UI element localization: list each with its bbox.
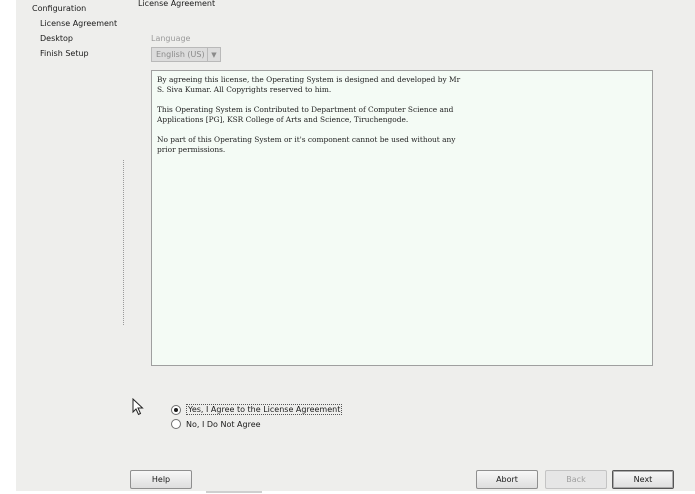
language-label: Language xyxy=(151,34,191,43)
agree-label[interactable]: Yes, I Agree to the License Agreement xyxy=(186,404,343,415)
sidebar-separator xyxy=(123,160,124,325)
language-select-value: English (US) xyxy=(156,50,205,59)
page-title: License Agreement xyxy=(138,0,216,8)
step-finish-setup: Finish Setup xyxy=(40,49,89,58)
agree-option[interactable]: Yes, I Agree to the License Agreement xyxy=(171,404,343,415)
mouse-cursor-icon xyxy=(132,398,144,416)
step-license-agreement: License Agreement xyxy=(40,19,118,28)
disagree-label[interactable]: No, I Do Not Agree xyxy=(186,420,261,429)
steps-heading: Configuration xyxy=(32,4,87,13)
disagree-radio[interactable] xyxy=(171,419,181,429)
agree-radio[interactable] xyxy=(171,404,181,415)
license-paragraph-2: This Operating System is Contributed to … xyxy=(157,105,454,124)
chevron-down-icon: ▼ xyxy=(207,48,220,61)
license-paragraph-3: No part of this Operating System or it's… xyxy=(157,135,456,154)
help-button[interactable]: Help xyxy=(130,470,192,489)
abort-button[interactable]: Abort xyxy=(476,470,538,489)
license-text-area[interactable]: By agreeing this license, the Operating … xyxy=(151,70,653,366)
disagree-option[interactable]: No, I Do Not Agree xyxy=(171,419,261,429)
language-select[interactable]: English (US) ▼ xyxy=(151,47,221,62)
back-button[interactable]: Back xyxy=(545,470,607,489)
taskbar-mark xyxy=(206,491,262,493)
step-desktop: Desktop xyxy=(40,34,73,43)
license-paragraph-1: By agreeing this license, the Operating … xyxy=(157,75,461,94)
next-button[interactable]: Next xyxy=(612,470,674,489)
